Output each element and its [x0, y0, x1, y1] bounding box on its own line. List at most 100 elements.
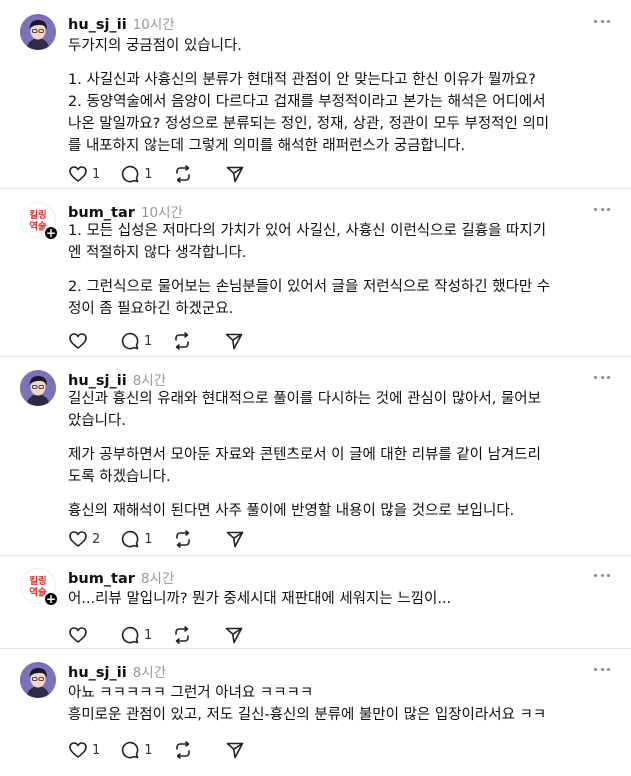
like-button[interactable]: 1 [68, 164, 100, 184]
follow-plus-icon[interactable]: + [43, 591, 59, 607]
reply-button[interactable]: 1 [120, 331, 152, 351]
thread-feed: hu_sj_ii 10시간 두가지의 궁금점이 있습니다. 1. 사길신과 사흉… [0, 0, 631, 776]
text-line [68, 488, 614, 500]
post-text: 어...리뷰 말입니까? 뭔가 중세시대 재판대에 세워지는 느낌이... [68, 588, 614, 610]
repost-button[interactable] [172, 625, 204, 645]
reply-count: 1 [144, 742, 153, 758]
repost-button[interactable] [172, 331, 204, 351]
post-time[interactable]: 8시간 [141, 567, 174, 587]
text-line [68, 432, 614, 444]
username[interactable]: hu_sj_ii [68, 17, 127, 33]
repost-button[interactable] [173, 529, 205, 549]
post-text: 길신과 흉신의 유래와 현대적으로 풀이를 다시하는 것에 관심이 많아서, 물… [68, 388, 614, 522]
more-options-icon[interactable] [594, 668, 610, 674]
send-icon [226, 166, 243, 183]
text-line [68, 264, 614, 276]
reply-button[interactable]: 1 [120, 529, 153, 549]
text-line: 어...리뷰 말입니까? 뭔가 중세시대 재판대에 세워지는 느낌이... [68, 591, 452, 607]
comment-icon [121, 626, 139, 644]
like-count: 2 [92, 531, 101, 547]
repost-button[interactable] [173, 164, 205, 184]
like-button[interactable] [68, 331, 100, 351]
like-count: 1 [92, 166, 101, 182]
heart-icon [69, 166, 87, 182]
divider [0, 356, 631, 357]
text-line: 정이 좀 필요하긴 하겠군요. [68, 301, 234, 317]
text-line: 도록 하겠습니다. [68, 469, 171, 485]
post-actions: 2 1 [68, 529, 265, 549]
more-options-icon[interactable] [594, 376, 610, 382]
avatar[interactable] [20, 370, 56, 406]
share-button[interactable] [224, 331, 244, 351]
post-time[interactable]: 8시간 [133, 369, 166, 389]
repost-button[interactable] [173, 740, 205, 760]
heart-icon [69, 742, 87, 758]
send-icon [225, 333, 243, 350]
comment-icon [121, 332, 139, 350]
reply-button[interactable]: 1 [120, 740, 153, 760]
post-actions: 1 [68, 625, 264, 645]
text-line: 흥미로운 관점이 있고, 저도 길신-흉신의 분류에 불만이 많은 입장이라서요… [68, 707, 547, 723]
repost-icon [175, 165, 190, 183]
repost-icon [175, 530, 190, 548]
post-actions: 1 [68, 331, 264, 351]
like-count: 1 [92, 742, 101, 758]
send-icon [226, 742, 243, 759]
share-button[interactable] [225, 164, 245, 184]
like-button[interactable]: 1 [68, 740, 100, 760]
username[interactable]: bum_tar [68, 571, 135, 587]
share-button[interactable] [225, 740, 245, 760]
like-button[interactable]: 2 [68, 529, 100, 549]
text-line: 제가 공부하면서 모아둔 자료와 콘텐츠로서 이 글에 대한 리뷰를 같이 남겨… [68, 447, 541, 463]
heart-icon [69, 627, 87, 643]
more-options-icon[interactable] [594, 20, 610, 26]
avatar[interactable] [20, 662, 56, 698]
avatar[interactable] [20, 14, 56, 50]
username[interactable]: hu_sj_ii [68, 373, 127, 389]
comment-icon [122, 530, 139, 548]
more-options-icon[interactable] [594, 208, 610, 214]
comment-icon [122, 741, 139, 759]
svg-text:킬링: 킬링 [29, 209, 46, 221]
username[interactable]: hu_sj_ii [68, 665, 127, 681]
reply-count: 1 [144, 531, 153, 547]
text-line: 2. 동양역술에서 음양이 다르다고 겁재를 부정적이라고 본가는 해석은 어디… [68, 94, 546, 110]
text-line: 엔 적절하지 않다 생각합니다. [68, 245, 247, 261]
text-line: 길신과 흉신의 유래와 현대적으로 풀이를 다시하는 것에 관심이 많아서, 물… [68, 391, 541, 407]
text-line: 아뇨 ㅋㅋㅋㅋㅋ 그런거 아녀요 ㅋㅋㅋㅋ [68, 685, 314, 701]
text-line: 1. 사길신과 사흉신의 분류가 현대적 관점이 안 맞는다고 한신 이유가 뭘… [68, 72, 536, 88]
repost-icon [175, 332, 190, 350]
share-button[interactable] [224, 625, 244, 645]
follow-plus-icon[interactable]: + [43, 225, 59, 241]
divider [0, 188, 631, 189]
post-time[interactable]: 10시간 [141, 201, 183, 221]
post-actions: 1 1 [68, 740, 265, 760]
comment-icon [122, 165, 139, 183]
heart-icon [69, 333, 87, 349]
text-line: 흉신의 재해석이 된다면 사주 풀이에 반영할 내용이 많을 것으로 보입니다. [68, 503, 515, 519]
text-line: 2. 그런식으로 물어보는 손님분들이 있어서 글을 저런식으로 작성하긴 했다… [68, 279, 551, 295]
text-line [68, 57, 614, 69]
text-line: 두가지의 궁금점이 있습니다. [68, 38, 242, 54]
reply-button[interactable]: 1 [120, 625, 152, 645]
post-text: 두가지의 궁금점이 있습니다. 1. 사길신과 사흉신의 분류가 현대적 관점이… [68, 35, 614, 157]
post-text: 아뇨 ㅋㅋㅋㅋㅋ 그런거 아녀요 ㅋㅋㅋㅋ 흥미로운 관점이 있고, 저도 길신… [68, 682, 614, 726]
text-line: 나온 말일까요? 정성으로 분류되는 정인, 정재, 상관, 정관이 모두 부정… [68, 116, 550, 132]
heart-icon [69, 531, 87, 547]
post-time[interactable]: 8시간 [133, 661, 166, 681]
post-time[interactable]: 10시간 [133, 13, 175, 33]
svg-text:킬링: 킬링 [29, 575, 46, 587]
reply-button[interactable]: 1 [120, 164, 153, 184]
divider [0, 555, 631, 556]
share-button[interactable] [225, 529, 245, 549]
like-button[interactable] [68, 625, 100, 645]
username[interactable]: bum_tar [68, 205, 135, 221]
reply-count: 1 [144, 333, 153, 349]
more-options-icon[interactable] [594, 574, 610, 580]
repost-icon [175, 626, 190, 644]
send-icon [226, 531, 243, 548]
divider [0, 648, 631, 649]
text-line: 았습니다. [68, 413, 126, 429]
reply-count: 1 [144, 166, 153, 182]
post-text: 1. 모든 십성은 저마다의 가치가 있어 사길신, 사흉신 이런식으로 길흉을… [68, 220, 614, 320]
